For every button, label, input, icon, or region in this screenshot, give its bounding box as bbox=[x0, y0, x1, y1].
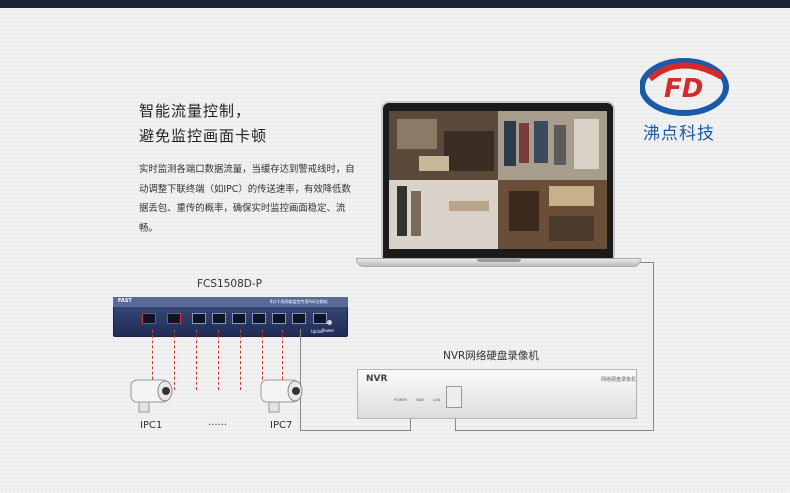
headline-line-2: 避免监控画面卡顿 bbox=[139, 127, 268, 145]
switch-port bbox=[212, 313, 226, 324]
power-led-icon bbox=[327, 320, 332, 325]
switch-port bbox=[292, 313, 306, 324]
brand-name: 沸点科技 bbox=[643, 124, 715, 144]
laptop-screen bbox=[389, 111, 607, 249]
nvr-panel-small: 网络硬盘录像机 bbox=[601, 377, 637, 383]
switch-front-text: 8口千兆网络监控专用PoE交换机 bbox=[270, 299, 328, 304]
camera-icon bbox=[125, 376, 177, 420]
uplink-wire bbox=[410, 419, 411, 431]
camera-ellipsis: ...... bbox=[208, 417, 228, 428]
description-line-3: 据丢包、重传的概率，确保实时监控画面稳定、流畅。 bbox=[139, 203, 346, 234]
switch-port bbox=[167, 313, 181, 324]
nvr-indicator: HDD bbox=[415, 398, 425, 402]
switch-port bbox=[142, 313, 156, 324]
nvr-indicators: POWER HDD LAN bbox=[394, 398, 440, 402]
headline: 智能流量控制， 避免监控画面卡顿 bbox=[139, 99, 267, 149]
camera-label-left: IPC1 bbox=[140, 420, 163, 431]
switch-port bbox=[192, 313, 206, 324]
camera-icon bbox=[255, 376, 307, 420]
switch-port bbox=[252, 313, 266, 324]
description-line-2: 动调整下联终端（如IPC）的传送速率，有效降低数 bbox=[139, 183, 351, 195]
nvr-panel-label: NVR bbox=[366, 374, 388, 384]
switch-model-label: FCS1508D-P bbox=[197, 278, 262, 290]
switch-port bbox=[232, 313, 246, 324]
description: 实时监测各端口数据流量，当缓存达到警戒线时，自 动调整下联终端（如IPC）的传送… bbox=[139, 160, 357, 238]
nvr-icon bbox=[357, 369, 637, 419]
fd-logo-icon: FD bbox=[639, 57, 730, 121]
nvr-usb-port bbox=[446, 386, 462, 408]
camera-link bbox=[240, 330, 241, 390]
switch-brand-mark: FAST bbox=[118, 298, 132, 304]
laptop-notch bbox=[477, 259, 521, 262]
laptop-wire bbox=[640, 262, 654, 263]
switch-port bbox=[272, 313, 286, 324]
laptop-wire bbox=[455, 430, 654, 431]
svg-text:FD: FD bbox=[664, 74, 703, 104]
top-bar bbox=[0, 0, 790, 8]
laptop-wire bbox=[653, 262, 654, 431]
headline-line-1: 智能流量控制， bbox=[139, 102, 252, 120]
switch-uplink-label: Uplink bbox=[311, 329, 324, 334]
camera-link bbox=[196, 330, 197, 390]
description-line-1: 实时监测各端口数据流量，当缓存达到警戒线时，自 bbox=[139, 164, 355, 175]
nvr-indicator: LAN bbox=[433, 398, 441, 402]
switch-port bbox=[313, 313, 327, 324]
camera-link bbox=[218, 330, 219, 390]
switch-ports bbox=[137, 310, 347, 330]
camera-label-right: IPC7 bbox=[270, 420, 293, 431]
nvr-title: NVR网络硬盘录像机 bbox=[443, 350, 539, 362]
nvr-indicator: POWER bbox=[394, 398, 407, 402]
uplink-wire bbox=[300, 430, 410, 431]
